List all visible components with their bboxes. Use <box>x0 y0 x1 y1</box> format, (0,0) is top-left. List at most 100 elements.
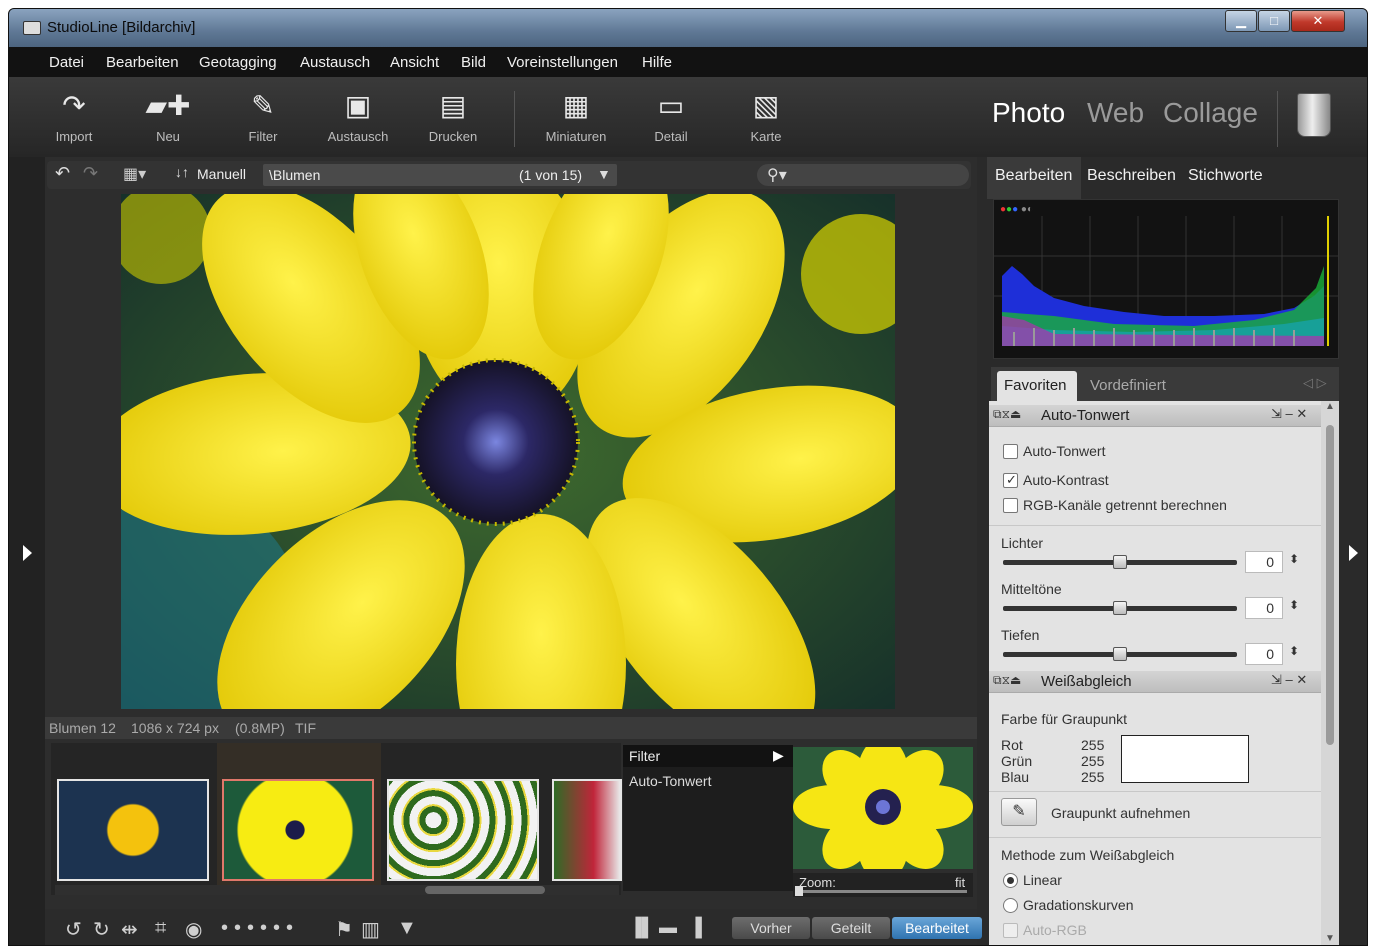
rotate-left-icon[interactable]: ↺ <box>65 917 82 942</box>
thumbnails-grid-icon: ▦ <box>562 90 590 121</box>
grid-view-icon[interactable]: ▦▾ <box>123 164 146 184</box>
new-button[interactable]: ▰✚ Neu <box>133 85 203 149</box>
auto-kontrast-checkbox[interactable]: ✓ <box>1003 472 1018 488</box>
forward-arrow-icon[interactable]: ↷ <box>83 163 98 184</box>
tab-stichworte[interactable]: Stichworte <box>1188 167 1263 185</box>
menu-austausch[interactable]: Austausch <box>300 54 370 71</box>
tiefen-slider-thumb[interactable] <box>1113 647 1127 661</box>
close-button[interactable]: ✕ <box>1291 10 1345 32</box>
scroll-thumb[interactable] <box>425 886 545 894</box>
settings-scrollbar[interactable]: ▲ ▼ <box>1321 401 1339 945</box>
section-tools-icon[interactable]: ⧉⧖⏏ <box>993 673 1021 688</box>
trash-icon[interactable] <box>1297 93 1331 137</box>
eyedropper-icon[interactable]: ✎ <box>1001 798 1037 826</box>
image-format: TIF <box>295 720 316 736</box>
auto-tonwert-header[interactable]: ⧉⧖⏏ Auto-Tonwert ⇲ ‒ ✕ <box>989 405 1321 427</box>
delete-icon[interactable]: ▥ <box>361 917 380 942</box>
exchange-button[interactable]: ▣ Austausch <box>323 85 393 149</box>
menu-bearbeiten[interactable]: Bearbeiten <box>106 54 179 71</box>
scroll-up-icon[interactable]: ▲ <box>1325 401 1335 412</box>
flip-icon[interactable]: ⇹ <box>121 917 138 942</box>
channel-dots-icon[interactable]: ●●● ●◐ <box>1000 204 1033 215</box>
auto-tonwert-checkbox[interactable] <box>1003 444 1018 459</box>
menu-bild[interactable]: Bild <box>461 54 486 71</box>
main-toolbar: ↷ Import ▰✚ Neu ✎ Filter ▣ Austausch ▤ D… <box>9 77 1367 157</box>
zoom-slider[interactable] <box>797 890 967 893</box>
lichter-slider-thumb[interactable] <box>1113 555 1127 569</box>
crop-icon[interactable]: ⌗ <box>155 917 166 940</box>
import-button[interactable]: ↷ Import <box>39 85 109 149</box>
tab-vordefiniert[interactable]: Vordefiniert <box>1090 377 1166 394</box>
expand-left-icon[interactable] <box>23 545 32 561</box>
method-curves-radio[interactable] <box>1003 898 1018 913</box>
sort-arrows-icon[interactable]: ↓↑ <box>175 164 189 180</box>
maximize-button[interactable]: □ <box>1258 10 1290 32</box>
mode-collage-tab[interactable]: Collage <box>1163 97 1258 129</box>
section-tools-icon[interactable]: ⧉⧖⏏ <box>993 407 1021 422</box>
method-linear-radio[interactable] <box>1003 873 1018 888</box>
auto-rgb-checkbox[interactable] <box>1003 923 1018 938</box>
eye-icon[interactable]: ◉ <box>185 917 202 942</box>
tab-scroll-arrows-icon[interactable]: ◁ ▷ <box>1303 375 1327 391</box>
graupunkt-aufnehmen-label[interactable]: Graupunkt aufnehmen <box>1051 805 1190 821</box>
mitteltoene-spin-icon[interactable]: ⬍ <box>1289 598 1299 612</box>
thumbnail-selected[interactable] <box>222 779 374 881</box>
menu-ansicht[interactable]: Ansicht <box>390 54 439 71</box>
tiefen-spin-icon[interactable]: ⬍ <box>1289 644 1299 658</box>
rating-dots-icon[interactable]: •••••• <box>221 917 299 940</box>
search-field[interactable]: ⚲▾ <box>757 164 969 186</box>
search-icon[interactable]: ⚲▾ <box>767 165 787 185</box>
chevron-down-icon[interactable]: ▼ <box>597 166 611 182</box>
tiefen-value[interactable]: 0 <box>1245 643 1283 665</box>
thumbnails-button[interactable]: ▦ Miniaturen <box>541 85 611 149</box>
menu-geotagging[interactable]: Geotagging <box>199 54 277 71</box>
path-field[interactable]: \Blumen (1 von 15) ▼ <box>263 164 617 186</box>
app-logo-icon <box>23 21 41 35</box>
zoom-slider-thumb[interactable] <box>795 886 803 896</box>
lichter-spin-icon[interactable]: ⬍ <box>1289 552 1299 566</box>
print-button[interactable]: ▤ Drucken <box>418 85 488 149</box>
minimize-button[interactable]: ▁ <box>1225 10 1257 32</box>
thumbnail[interactable] <box>552 779 622 881</box>
tab-favoriten[interactable]: Favoriten <box>1004 377 1067 394</box>
scroll-thumb[interactable] <box>1326 425 1334 745</box>
layout-split-h-icon[interactable]: ▬ <box>659 917 677 938</box>
weissabgleich-header[interactable]: ⧉⧖⏏ Weißabgleich ⇲ ‒ ✕ <box>989 671 1321 693</box>
edit-side-panel: Bearbeiten Beschreiben Stichworte ●●● ●◐ <box>987 157 1367 945</box>
thumbnail[interactable] <box>57 779 209 881</box>
collapse-right-icon[interactable] <box>1349 545 1358 561</box>
section-controls-icon[interactable]: ⇲ ‒ ✕ <box>1271 406 1307 422</box>
view-before-button[interactable]: Vorher <box>732 917 810 939</box>
scroll-down-icon[interactable]: ▼ <box>1325 933 1335 944</box>
detail-button[interactable]: ▭ Detail <box>636 85 706 149</box>
thumbnail-scrollbar[interactable] <box>55 885 619 895</box>
funnel-icon[interactable]: ▼ <box>397 917 417 940</box>
layout-single-icon[interactable]: ▐▌ <box>629 917 655 938</box>
tab-bearbeiten[interactable]: Bearbeiten <box>995 167 1072 185</box>
filter-header[interactable]: Filter ▶ <box>623 745 793 767</box>
map-button[interactable]: ▧ Karte <box>731 85 801 149</box>
mitteltoene-value[interactable]: 0 <box>1245 597 1283 619</box>
filter-item[interactable]: Auto-Tonwert <box>629 773 711 789</box>
menu-hilfe[interactable]: Hilfe <box>642 54 672 71</box>
mode-photo-tab[interactable]: Photo <box>992 97 1065 129</box>
view-split-button[interactable]: Geteilt <box>812 917 890 939</box>
lichter-value[interactable]: 0 <box>1245 551 1283 573</box>
rgb-channels-checkbox[interactable] <box>1003 498 1018 513</box>
arrow-right-icon[interactable]: ▶ <box>773 747 784 764</box>
filter-button[interactable]: ✎ Filter <box>228 85 298 149</box>
back-arrow-icon[interactable]: ↶ <box>55 163 70 184</box>
thumbnail-strip <box>51 743 622 895</box>
menu-voreinstellungen[interactable]: Voreinstellungen <box>507 54 618 71</box>
rotate-right-icon[interactable]: ↻ <box>93 917 110 942</box>
mitteltoene-slider-thumb[interactable] <box>1113 601 1127 615</box>
thumbnail[interactable] <box>387 779 539 881</box>
layout-split-v-icon[interactable]: ▐ <box>689 917 702 938</box>
mode-web-tab[interactable]: Web <box>1087 97 1144 129</box>
section-controls-icon[interactable]: ⇲ ‒ ✕ <box>1271 672 1307 688</box>
tab-beschreiben[interactable]: Beschreiben <box>1087 167 1176 185</box>
sort-mode-label[interactable]: Manuell <box>197 166 246 182</box>
view-edited-button[interactable]: Bearbeitet <box>892 917 982 939</box>
flag-icon[interactable]: ⚑ <box>335 917 353 942</box>
menu-datei[interactable]: Datei <box>49 54 84 71</box>
